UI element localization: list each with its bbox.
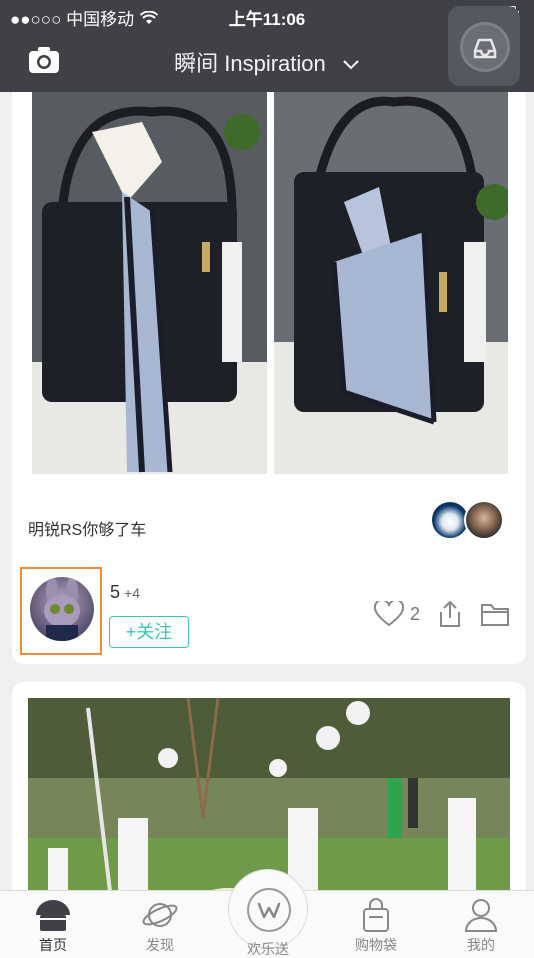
bottom-tab-bar: 首页 发现 欢乐送 购物袋 我的 (0, 869, 534, 958)
tab-center-button[interactable] (228, 869, 308, 949)
tab-home[interactable]: 首页 (0, 891, 106, 958)
author-avatar-highlight[interactable] (20, 567, 102, 655)
tab-label: 我的 (467, 937, 495, 953)
follow-button[interactable]: +关注 (109, 616, 189, 648)
tab-label: 发现 (146, 937, 174, 953)
like-count: 2 (409, 603, 420, 624)
tab-label: 购物袋 (355, 937, 397, 953)
post-photo-2[interactable] (274, 92, 508, 474)
post-card: 明锐RS你够了车 5 +4 +关注 2 (12, 92, 526, 664)
app-header: ●●○○○ 中国移动 上午11:06 瞬间 Inspiration (0, 0, 534, 92)
avatar[interactable] (30, 577, 94, 641)
post-caption: 明锐RS你够了车 (28, 522, 147, 539)
liker-avatar[interactable] (464, 500, 504, 540)
liked-users[interactable] (430, 500, 506, 542)
folder-icon[interactable] (480, 601, 510, 627)
like-button[interactable]: 2 (373, 601, 420, 627)
inbox-tray-icon (473, 38, 497, 59)
tab-center-label[interactable]: 欢乐送 (228, 939, 308, 958)
planet-icon (142, 903, 178, 927)
shopping-bag-icon (363, 898, 389, 932)
tab-shopping-bag[interactable]: 购物袋 (323, 891, 429, 958)
w-logo-icon (257, 902, 281, 919)
tab-profile[interactable]: 我的 (428, 891, 534, 958)
tab-discover[interactable]: 发现 (107, 891, 213, 958)
tab-label: 首页 (39, 937, 67, 953)
home-icon (36, 900, 70, 931)
page-title: 瞬间 Inspiration (174, 51, 326, 76)
chevron-down-icon (343, 60, 359, 70)
share-icon[interactable] (436, 600, 464, 628)
user-icon (464, 899, 498, 932)
heart-icon (373, 601, 404, 627)
post-actions: 2 (373, 600, 510, 628)
post-photo-1[interactable] (32, 92, 267, 474)
floating-inbox-button[interactable] (448, 6, 520, 86)
follower-count: 5 +4 (110, 582, 140, 602)
